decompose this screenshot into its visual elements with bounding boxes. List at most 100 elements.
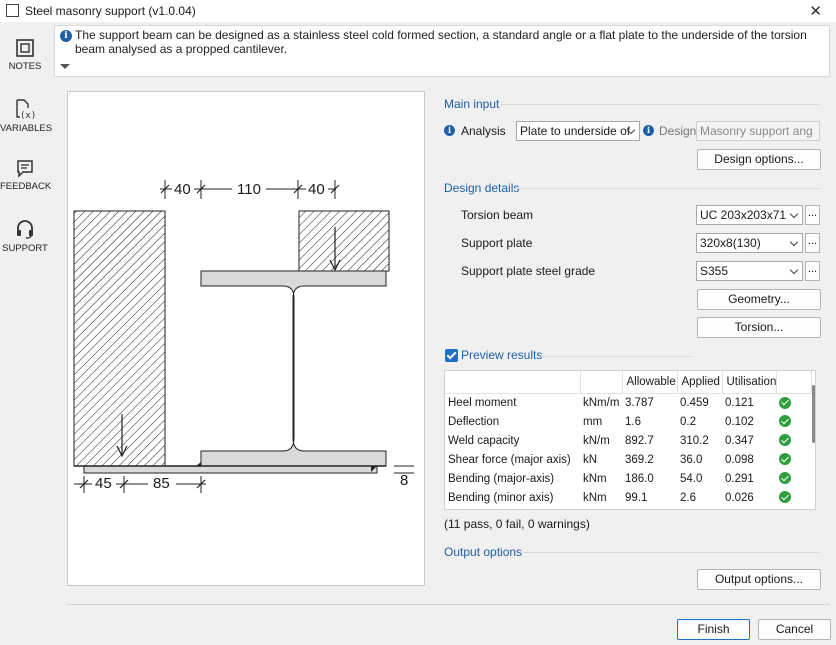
chevron-down-icon (789, 237, 799, 247)
sidebar-item-support[interactable]: SUPPORT (0, 218, 50, 254)
sidebar-item-feedback[interactable]: FEEDBACK (0, 158, 51, 192)
steel-grade-select[interactable]: S355 (696, 261, 803, 281)
check-allowable: 99.1 (625, 491, 648, 504)
dim-label: 85 (153, 475, 170, 492)
sidebar-item-label: VARIABLES (0, 123, 53, 134)
pass-check-icon (779, 472, 791, 485)
check-allowable: 186.0 (625, 472, 654, 485)
dim-label: 8 (400, 472, 409, 489)
title-bar: Steel masonry support (v1.0.04) ✕ (0, 0, 836, 22)
check-utilisation: 0.121 (725, 396, 754, 409)
support-plate (83, 465, 378, 474)
design-label: Design (659, 124, 697, 138)
support-plate-value: 320x8(130) (700, 236, 761, 250)
close-icon[interactable]: ✕ (809, 2, 822, 20)
pass-check-icon (779, 453, 791, 466)
table-row: Bending (major-axis) kNm 186.0 54.0 0.29… (445, 469, 811, 488)
results-table-panel: Allowable Applied Utilisation Heel momen… (444, 370, 816, 510)
info-text: The support beam can be designed as a st… (75, 28, 807, 56)
variables-icon: (x) (16, 99, 36, 120)
table-row: Weld capacity kN/m 892.7 310.2 0.347 (445, 431, 811, 450)
sidebar-item-notes[interactable]: NOTES (0, 38, 50, 72)
check-unit: kNm (583, 472, 607, 485)
check-applied: 310.2 (680, 434, 709, 447)
check-name: Shear force (major axis) (448, 453, 571, 466)
steel-grade-label: Support plate steel grade (461, 264, 596, 278)
footer-divider (67, 604, 830, 605)
dim-label: 45 (95, 475, 112, 492)
help-icon[interactable]: i (444, 125, 455, 136)
chevron-down-icon (789, 265, 799, 275)
check-unit: kN (583, 453, 598, 466)
help-icon[interactable]: i (643, 125, 654, 136)
preview-results-checkbox[interactable] (445, 349, 458, 362)
check-applied: 0.459 (680, 396, 709, 409)
check-utilisation: 0.291 (725, 472, 754, 485)
check-name: Deflection (448, 415, 500, 428)
check-utilisation: 0.102 (725, 415, 754, 428)
design-select[interactable]: Masonry support ang (696, 121, 820, 141)
dim-label: 40 (174, 181, 191, 198)
masonry-left (73, 210, 166, 467)
section-drawing (73, 180, 414, 493)
pass-check-icon (779, 434, 791, 447)
check-utilisation: 0.026 (725, 491, 754, 504)
pass-check-icon (779, 415, 791, 428)
steel-grade-more-button[interactable]: ... (805, 261, 820, 281)
column-header: Allowable (622, 371, 678, 394)
masonry-right (298, 210, 390, 272)
support-plate-select[interactable]: 320x8(130) (696, 233, 803, 253)
section-main-input: Main input (444, 97, 500, 111)
pass-check-icon (779, 491, 791, 504)
torsion-beam-section (200, 270, 387, 467)
svg-text:(x): (x) (20, 111, 36, 120)
results-table: Allowable Applied Utilisation Heel momen… (445, 371, 812, 507)
results-scrollbar[interactable] (812, 385, 815, 443)
column-header (445, 371, 581, 394)
finish-button[interactable]: Finish (677, 619, 750, 640)
torsion-beam-value: UC 203x203x71 (700, 208, 787, 222)
sidebar: NOTES (x) VARIABLES FEEDBACK SUPPORT (0, 26, 53, 426)
chevron-down-icon (789, 209, 799, 219)
dim-label: 110 (237, 181, 261, 198)
results-summary: (11 pass, 0 fail, 0 warnings) (444, 517, 590, 531)
divider (541, 356, 693, 357)
app-icon (6, 4, 19, 17)
torsion-beam-more-button[interactable]: ... (805, 205, 820, 225)
section-drawing-panel: 40 110 40 45 85 8 (67, 91, 425, 586)
sidebar-item-label: SUPPORT (2, 243, 48, 254)
analysis-select[interactable]: Plate to underside of (516, 121, 640, 141)
check-applied: 0.2 (680, 415, 696, 428)
column-header (776, 371, 812, 394)
geometry-button[interactable]: Geometry... (697, 289, 821, 310)
check-allowable: 3.787 (625, 396, 654, 409)
check-unit: kNm/m (583, 396, 620, 409)
expand-chevron-icon[interactable] (60, 64, 70, 69)
sidebar-item-variables[interactable]: (x) VARIABLES (0, 98, 53, 134)
dim-label: 40 (308, 181, 325, 198)
support-plate-more-button[interactable]: ... (805, 233, 820, 253)
design-select-value: Masonry support ang (700, 124, 813, 138)
output-options-button[interactable]: Output options... (697, 569, 821, 590)
check-name: Bending (major-axis) (448, 472, 555, 485)
torsion-beam-label: Torsion beam (461, 208, 534, 222)
info-icon: i (60, 30, 72, 42)
cancel-button[interactable]: Cancel (758, 619, 831, 640)
pass-check-icon (779, 396, 791, 409)
check-utilisation: 0.098 (725, 453, 754, 466)
design-options-button[interactable]: Design options... (697, 149, 821, 170)
check-allowable: 1.6 (625, 415, 641, 428)
torsion-beam-select[interactable]: UC 203x203x71 (696, 205, 803, 225)
headset-icon (17, 220, 33, 239)
check-applied: 36.0 (680, 453, 703, 466)
support-plate-label: Support plate (461, 236, 533, 250)
table-row: Heel moment kNm/m 3.787 0.459 0.121 (445, 393, 811, 412)
divider (501, 104, 820, 105)
check-applied: 54.0 (680, 472, 703, 485)
feedback-icon (17, 160, 33, 178)
torsion-button[interactable]: Torsion... (697, 317, 821, 338)
check-allowable: 369.2 (625, 453, 654, 466)
check-name: Bending (minor axis) (448, 491, 554, 504)
column-header: Utilisation (722, 371, 777, 394)
table-row: Bending (minor axis) kNm 99.1 2.6 0.026 (445, 488, 811, 507)
